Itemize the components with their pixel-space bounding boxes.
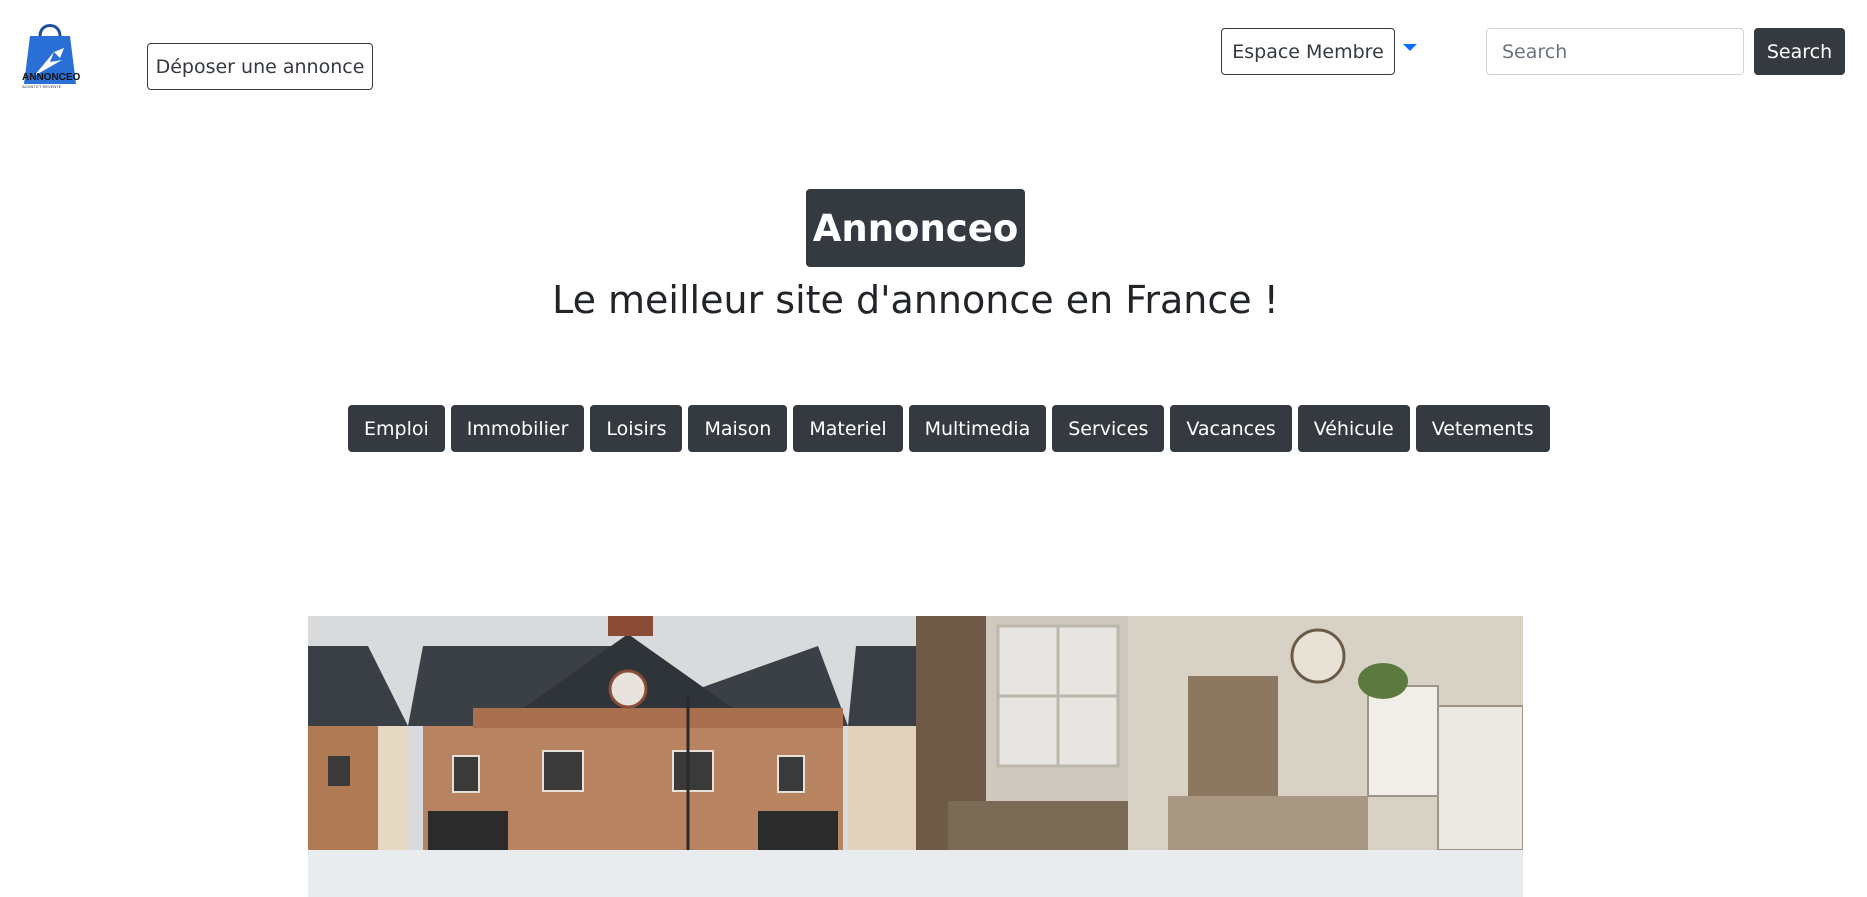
content-panel: [308, 850, 1523, 897]
category-button-vacances[interactable]: Vacances: [1170, 405, 1292, 452]
category-button-multimedia[interactable]: Multimedia: [908, 405, 1047, 452]
category-button-immobilier[interactable]: Immobilier: [450, 405, 585, 452]
brand-title: Annonceo: [806, 189, 1025, 267]
member-area-button[interactable]: Espace Membre: [1221, 28, 1395, 75]
category-button-maison[interactable]: Maison: [688, 405, 788, 452]
logo-text: ANNONCEO: [22, 72, 81, 83]
category-button-services[interactable]: Services: [1052, 405, 1165, 452]
search-input[interactable]: [1486, 28, 1744, 75]
post-ad-button[interactable]: Déposer une annonce: [147, 43, 373, 90]
category-button-emploi[interactable]: Emploi: [348, 405, 445, 452]
tagline: Le meilleur site d'annonce en France !: [552, 278, 1279, 322]
logo-subtext: ACHAT ET REVENTE: [22, 84, 62, 89]
category-button-vehicule[interactable]: Véhicule: [1297, 405, 1410, 452]
caret-down-icon[interactable]: [1403, 44, 1417, 51]
banner-image: [308, 616, 1523, 850]
category-button-materiel[interactable]: Materiel: [793, 405, 903, 452]
search-button[interactable]: Search: [1754, 28, 1845, 75]
category-button-loisirs[interactable]: Loisirs: [590, 405, 683, 452]
category-button-vetements[interactable]: Vetements: [1415, 405, 1550, 452]
category-list: Emploi Immobilier Loisirs Maison Materie…: [348, 405, 1550, 452]
